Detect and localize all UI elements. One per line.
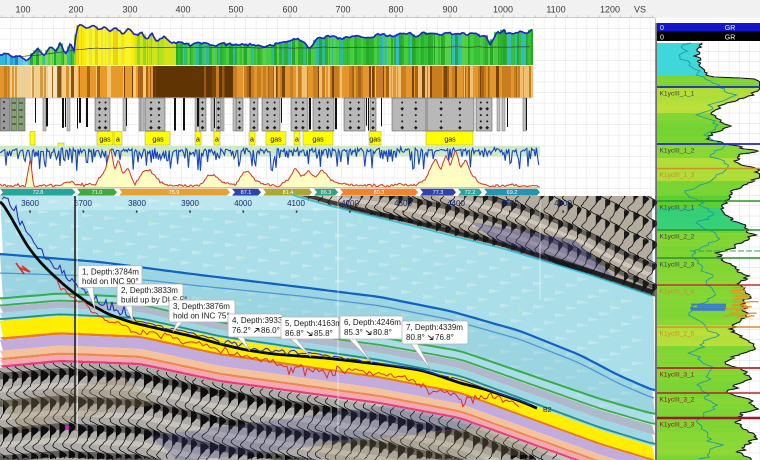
svg-text:gas: gas	[444, 137, 456, 144]
svg-text:3800: 3800	[128, 199, 146, 208]
svg-text:4200: 4200	[341, 199, 359, 208]
svg-text:80.8°: 80.8°	[406, 333, 425, 342]
svg-text:gas: gas	[312, 137, 324, 144]
svg-text:K1ycIII_2_4: K1ycIII_2_4	[660, 289, 695, 296]
svg-text:72.8: 72.8	[33, 190, 44, 196]
svg-text:0: 0	[660, 25, 664, 32]
svg-text:gas: gas	[152, 137, 164, 144]
svg-text:1, Depth:3784m: 1, Depth:3784m	[82, 268, 139, 277]
svg-text:3600: 3600	[21, 199, 39, 208]
svg-text:K1ycIII_3_2: K1ycIII_3_2	[660, 397, 695, 404]
svg-text:4500: 4500	[501, 199, 519, 208]
svg-text:1200: 1200	[600, 5, 620, 15]
svg-text:GR: GR	[725, 25, 736, 32]
svg-text:72.2: 72.2	[465, 190, 476, 196]
svg-text:4, Depth:3933: 4, Depth:3933	[232, 316, 283, 325]
svg-text:76.8°: 76.8°	[435, 333, 454, 342]
svg-text:71.0: 71.0	[92, 190, 103, 196]
svg-text:700: 700	[335, 5, 350, 15]
svg-text:7, Depth:4339m: 7, Depth:4339m	[406, 323, 463, 332]
svg-text:gas: gas	[270, 137, 282, 144]
svg-text:80.3: 80.3	[374, 190, 385, 196]
svg-text:GR: GR	[725, 35, 736, 42]
svg-text:1100: 1100	[546, 5, 565, 15]
svg-text:4600: 4600	[554, 199, 572, 208]
svg-text:K1ycIII_3_3: K1ycIII_3_3	[660, 422, 695, 429]
svg-text:3, Depth:3876m: 3, Depth:3876m	[173, 302, 230, 311]
svg-text:85.3°: 85.3°	[344, 328, 363, 337]
svg-text:a: a	[215, 137, 219, 144]
svg-text:4100: 4100	[287, 199, 305, 208]
svg-text:hold on INC 75°: hold on INC 75°	[173, 312, 230, 321]
svg-text:86.0°: 86.0°	[261, 326, 280, 335]
svg-text:2, Depth:3833m: 2, Depth:3833m	[121, 286, 178, 295]
svg-text:77.3: 77.3	[433, 190, 444, 196]
svg-text:K1ycIII_2_5: K1ycIII_2_5	[660, 331, 695, 338]
svg-text:K1ycIII_2_3: K1ycIII_2_3	[660, 262, 695, 269]
svg-text:VS: VS	[634, 5, 646, 15]
svg-text:K1ycIII_1_2: K1ycIII_1_2	[660, 148, 695, 155]
svg-text:87.1: 87.1	[241, 190, 252, 196]
svg-text:86.3: 86.3	[321, 190, 332, 196]
svg-text:0: 0	[660, 35, 664, 42]
svg-text:81.4: 81.4	[283, 190, 294, 196]
svg-text:5, Depth:4163m: 5, Depth:4163m	[285, 319, 342, 328]
svg-text:gas: gas	[99, 137, 111, 144]
svg-text:75.9: 75.9	[169, 190, 180, 196]
svg-text:6, Depth:4246m: 6, Depth:4246m	[344, 318, 401, 327]
svg-text:86.8°: 86.8°	[285, 329, 304, 338]
svg-text:1000: 1000	[493, 5, 513, 15]
svg-text:gas: gas	[369, 137, 381, 144]
svg-text:900: 900	[442, 5, 457, 15]
svg-text:4000: 4000	[234, 199, 252, 208]
svg-text:K1ycIII_1_1: K1ycIII_1_1	[660, 91, 695, 98]
svg-text:76.2°: 76.2°	[232, 326, 251, 335]
svg-text:a: a	[196, 137, 200, 144]
svg-text:3900: 3900	[181, 199, 199, 208]
svg-text:600: 600	[282, 5, 297, 15]
svg-text:300: 300	[122, 5, 137, 15]
svg-text:a: a	[295, 137, 299, 144]
svg-text:K1ycIII_2_1: K1ycIII_2_1	[660, 205, 695, 212]
svg-text:500: 500	[228, 5, 243, 15]
svg-text:85.8°: 85.8°	[314, 329, 333, 338]
svg-text:400: 400	[175, 5, 190, 15]
svg-text:4300: 4300	[394, 199, 412, 208]
svg-text:K1ycIII_2_2: K1ycIII_2_2	[660, 234, 695, 241]
svg-text:a: a	[250, 137, 254, 144]
svg-text:69.2: 69.2	[507, 190, 518, 196]
svg-text:200: 200	[68, 5, 83, 15]
svg-text:a: a	[116, 137, 120, 144]
svg-text:B2: B2	[543, 407, 552, 414]
svg-text:800: 800	[388, 5, 403, 15]
svg-text:80.8°: 80.8°	[373, 328, 392, 337]
svg-text:100: 100	[15, 5, 30, 15]
svg-text:K1ycIII_3_1: K1ycIII_3_1	[660, 372, 695, 379]
svg-text:4400: 4400	[447, 199, 465, 208]
svg-text:K1ycIII_1_3: K1ycIII_1_3	[660, 172, 695, 179]
